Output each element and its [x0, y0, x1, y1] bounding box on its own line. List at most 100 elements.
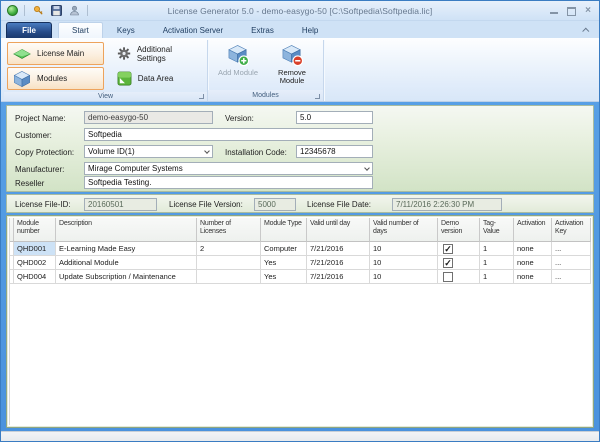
minimize-button[interactable]: [549, 6, 559, 15]
license-main-label: License Main: [37, 49, 85, 58]
col-activation-key[interactable]: Activation Key: [552, 218, 591, 242]
modules-button[interactable]: Modules: [7, 67, 104, 90]
cell-description[interactable]: Update Subscription / Maintenance: [56, 270, 197, 284]
license-main-button[interactable]: License Main: [7, 42, 104, 65]
col-valid-number-of-days[interactable]: Valid number of days: [370, 218, 438, 242]
license-file-date-label: License File Date:: [307, 200, 372, 209]
add-module-icon: [227, 45, 249, 67]
grid-header-row: Module number Description Number of Lice…: [10, 218, 591, 242]
cell-activation[interactable]: none: [514, 242, 552, 256]
remove-module-button[interactable]: Remove Module: [265, 42, 319, 88]
cell-tag-value[interactable]: 1: [480, 256, 514, 270]
cell-tag-value[interactable]: 1: [480, 242, 514, 256]
cell-activation-key[interactable]: ...: [552, 242, 591, 256]
tab-start[interactable]: Start: [58, 22, 103, 38]
chevron-down-icon: [204, 148, 210, 154]
demo-version-checkbox[interactable]: [443, 271, 453, 282]
modules-grid-panel: Module number Description Number of Lice…: [6, 215, 594, 428]
col-tag-value[interactable]: Tag-Value: [480, 218, 514, 242]
dialog-launcher-icon[interactable]: [315, 94, 320, 99]
ribbon-tab-row: File Start Keys Activation Server Extras…: [1, 21, 599, 38]
installation-code-field[interactable]: 12345678: [296, 145, 373, 158]
client-area: Project Name: demo-easygo-50 Version: 5.…: [1, 102, 599, 430]
license-form-panel: Project Name: demo-easygo-50 Version: 5.…: [6, 105, 594, 192]
cell-number-of-licenses[interactable]: [197, 270, 261, 284]
cell-valid-until-day[interactable]: 7/21/2016: [307, 242, 370, 256]
tab-activation-server[interactable]: Activation Server: [149, 22, 237, 38]
table-row: QHD004 Update Subscription / Maintenance…: [10, 270, 591, 284]
col-valid-until-day[interactable]: Valid until day: [307, 218, 370, 242]
demo-version-checkbox[interactable]: ✓: [443, 243, 453, 254]
additional-settings-button[interactable]: Additional Settings: [112, 42, 204, 65]
cell-tag-value[interactable]: 1: [480, 270, 514, 284]
col-description[interactable]: Description: [56, 218, 197, 242]
version-label: Version:: [225, 114, 254, 123]
cell-number-of-licenses[interactable]: [197, 256, 261, 270]
table-row: QHD002 Additional Module Yes 7/21/2016 1…: [10, 256, 591, 270]
cell-activation-key[interactable]: ...: [552, 270, 591, 284]
tab-help[interactable]: Help: [288, 22, 332, 38]
ribbon: License Main Modules Additional Settings…: [1, 38, 599, 102]
installation-code-label: Installation Code:: [225, 148, 287, 157]
version-field[interactable]: 5.0: [296, 111, 373, 124]
col-activation[interactable]: Activation: [514, 218, 552, 242]
tab-extras[interactable]: Extras: [237, 22, 288, 38]
ribbon-group-modules: Add Module Remove Module Modules: [208, 40, 324, 101]
reseller-field[interactable]: Softpedia Testing.: [84, 176, 373, 189]
cell-activation[interactable]: none: [514, 256, 552, 270]
cell-activation-key[interactable]: ...: [552, 256, 591, 270]
cell-demo-version: [438, 270, 480, 284]
cell-valid-until-day[interactable]: 7/21/2016: [307, 256, 370, 270]
cell-module-type[interactable]: Yes: [261, 270, 307, 284]
cell-module-type[interactable]: Computer: [261, 242, 307, 256]
cell-module-number[interactable]: QHD002: [14, 256, 56, 270]
close-button[interactable]: ×: [583, 6, 593, 16]
copy-protection-select[interactable]: Volume ID(1): [84, 145, 213, 158]
project-name-field: demo-easygo-50: [84, 111, 213, 124]
tab-keys[interactable]: Keys: [103, 22, 149, 38]
col-module-type[interactable]: Module Type: [261, 218, 307, 242]
window-title: License Generator 5.0 - demo-easygo-50 […: [167, 5, 433, 16]
col-module-number[interactable]: Module number: [14, 218, 56, 242]
dialog-launcher-icon[interactable]: [199, 94, 204, 99]
cell-module-number[interactable]: QHD001: [14, 242, 56, 256]
cell-module-type[interactable]: Yes: [261, 256, 307, 270]
license-main-icon: [13, 48, 31, 59]
modules-label: Modules: [37, 74, 68, 83]
customer-field[interactable]: Softpedia: [84, 128, 373, 141]
cell-valid-number-of-days[interactable]: 10: [370, 256, 438, 270]
data-area-icon: [117, 71, 132, 86]
cell-description[interactable]: E-Learning Made Easy: [56, 242, 197, 256]
status-bar: [1, 431, 599, 441]
manufacturer-select[interactable]: Mirage Computer Systems: [84, 162, 373, 175]
cell-valid-until-day[interactable]: 7/21/2016: [307, 270, 370, 284]
tab-file[interactable]: File: [6, 22, 52, 38]
data-area-label: Data Area: [137, 74, 174, 83]
ribbon-collapse-button[interactable]: [580, 24, 592, 36]
chevron-down-icon: [364, 165, 370, 171]
cube-icon: [13, 70, 31, 87]
maximize-button[interactable]: [566, 6, 576, 16]
remove-module-label: Remove Module: [278, 68, 306, 85]
cell-description[interactable]: Additional Module: [56, 256, 197, 270]
cell-module-number[interactable]: QHD004: [14, 270, 56, 284]
cell-activation[interactable]: none: [514, 270, 552, 284]
cell-valid-number-of-days[interactable]: 10: [370, 270, 438, 284]
data-area-button[interactable]: Data Area: [112, 67, 204, 90]
demo-version-checkbox[interactable]: ✓: [443, 257, 453, 268]
col-demo-version[interactable]: Demo version: [438, 218, 480, 242]
group-label-modules: Modules: [208, 90, 323, 101]
modules-grid: Module number Description Number of Lice…: [9, 218, 591, 425]
col-number-of-licenses[interactable]: Number of Licenses: [197, 218, 261, 242]
license-file-id-label: License File-ID:: [15, 200, 71, 209]
copy-protection-label: Copy Protection:: [15, 148, 75, 157]
app-window: License Generator 5.0 - demo-easygo-50 […: [0, 0, 600, 442]
cell-demo-version: ✓: [438, 256, 480, 270]
add-module-button: Add Module: [211, 42, 265, 88]
cell-number-of-licenses[interactable]: 2: [197, 242, 261, 256]
add-module-label: Add Module: [217, 68, 259, 77]
chevron-up-icon: [581, 27, 589, 35]
cell-demo-version: ✓: [438, 242, 480, 256]
license-file-version-field: 5000: [254, 198, 296, 211]
cell-valid-number-of-days[interactable]: 10: [370, 242, 438, 256]
